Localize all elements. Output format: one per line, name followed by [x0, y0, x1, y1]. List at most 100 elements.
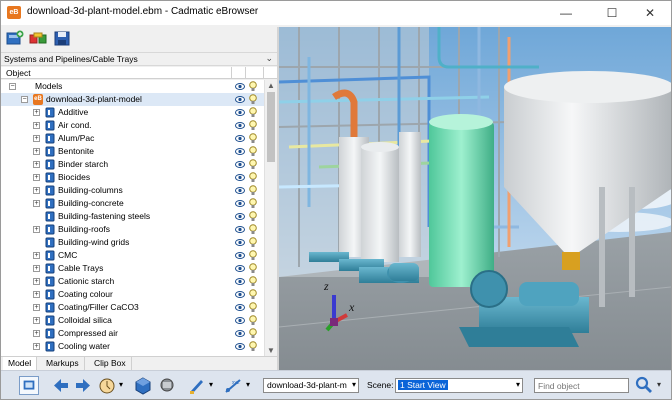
back-arrow-icon[interactable] [51, 376, 71, 395]
expand-icon[interactable]: + [33, 135, 40, 142]
eye-icon[interactable] [235, 238, 245, 247]
scroll-up-icon[interactable]: ▲ [267, 81, 275, 90]
tree-row-system[interactable]: + Building-roofs [1, 223, 264, 236]
column-header-object[interactable]: Object [6, 68, 31, 78]
tab-markups[interactable]: Markups [41, 357, 85, 370]
lightbulb-icon[interactable] [249, 159, 257, 170]
navigation-mode-icon[interactable] [97, 376, 117, 395]
collapse-icon[interactable]: − [21, 96, 28, 103]
expand-icon[interactable]: + [33, 304, 40, 311]
eye-icon[interactable] [235, 95, 245, 104]
tree-row-system[interactable]: + Coating colour [1, 288, 264, 301]
expand-icon[interactable]: + [33, 187, 40, 194]
3d-viewport[interactable]: z x [279, 27, 671, 370]
save-icon[interactable] [53, 30, 71, 47]
eye-icon[interactable] [235, 264, 245, 273]
maximize-button[interactable]: ☐ [593, 1, 631, 25]
lightbulb-icon[interactable] [249, 133, 257, 144]
eye-icon[interactable] [235, 342, 245, 351]
lightbulb-icon[interactable] [249, 146, 257, 157]
eye-icon[interactable] [235, 316, 245, 325]
tree-row-system[interactable]: + Additive [1, 106, 264, 119]
tree-row-system[interactable]: Building-fastening steels [1, 210, 264, 223]
add-model-icon[interactable] [6, 30, 24, 47]
scene-select[interactable]: 1 Start View ▾ [395, 378, 523, 393]
expand-icon[interactable]: + [33, 265, 40, 272]
tree-row-system[interactable]: + Air cond. [1, 119, 264, 132]
tree-row-system[interactable]: + Colloidal silica [1, 314, 264, 327]
eye-icon[interactable] [235, 225, 245, 234]
scroll-down-icon[interactable]: ▼ [267, 346, 275, 355]
scroll-thumb[interactable] [267, 92, 275, 162]
lightbulb-icon[interactable] [249, 172, 257, 183]
eye-icon[interactable] [235, 108, 245, 117]
chevron-down-icon[interactable]: ▾ [209, 380, 213, 389]
tree-row-system[interactable]: + Alum/Pac [1, 132, 264, 145]
close-button[interactable]: ✕ [631, 1, 669, 25]
tree-row-system[interactable]: + Biocides [1, 171, 264, 184]
tree-row-system[interactable]: + Compressed air [1, 327, 264, 340]
tree-row-models[interactable]: − Models [1, 80, 264, 93]
objects-icon[interactable] [157, 376, 177, 395]
tree-filter-dropdown[interactable]: Systems and Pipelines/Cable Trays ⌄ [1, 52, 277, 66]
eye-icon[interactable] [235, 277, 245, 286]
expand-icon[interactable]: + [33, 161, 40, 168]
compare-icon[interactable] [29, 30, 47, 47]
expand-icon[interactable]: + [33, 317, 40, 324]
tree-row-system[interactable]: + Bentonite [1, 145, 264, 158]
tree-row-system[interactable]: + Building-concrete [1, 197, 264, 210]
eye-icon[interactable] [235, 82, 245, 91]
model-select[interactable]: download-3d-plant-m ▾ [263, 378, 359, 393]
lightbulb-icon[interactable] [249, 107, 257, 118]
tree-row-model[interactable]: − eB download-3d-plant-model [1, 93, 264, 106]
expand-icon[interactable]: + [33, 122, 40, 129]
markup-pen-icon[interactable] [187, 376, 207, 395]
expand-icon[interactable]: + [33, 226, 40, 233]
lightbulb-icon[interactable] [249, 237, 257, 248]
eye-icon[interactable] [235, 173, 245, 182]
expand-icon[interactable]: + [33, 291, 40, 298]
forward-arrow-icon[interactable] [73, 376, 93, 395]
lightbulb-icon[interactable] [249, 263, 257, 274]
search-icon[interactable] [635, 376, 653, 394]
view-mode-icon[interactable] [19, 376, 39, 395]
eye-icon[interactable] [235, 199, 245, 208]
expand-icon[interactable]: + [33, 330, 40, 337]
lightbulb-icon[interactable] [249, 94, 257, 105]
minimize-button[interactable]: — [547, 1, 585, 25]
eye-icon[interactable] [235, 147, 245, 156]
lightbulb-icon[interactable] [249, 211, 257, 222]
tree-row-system[interactable]: + Cooling water [1, 340, 264, 353]
lightbulb-icon[interactable] [249, 328, 257, 339]
lightbulb-icon[interactable] [249, 276, 257, 287]
tab-clip-box[interactable]: Clip Box [89, 357, 132, 370]
lightbulb-icon[interactable] [249, 315, 257, 326]
tree-row-system[interactable]: + Coating/Filler CaCO3 [1, 301, 264, 314]
eye-icon[interactable] [235, 251, 245, 260]
expand-icon[interactable]: + [33, 278, 40, 285]
eye-icon[interactable] [235, 212, 245, 221]
tree-row-system[interactable]: Building-wind grids [1, 236, 264, 249]
cube-view-icon[interactable] [133, 376, 153, 395]
lightbulb-icon[interactable] [249, 289, 257, 300]
lightbulb-icon[interactable] [249, 224, 257, 235]
tree-scrollbar[interactable]: ▲ ▼ [264, 80, 277, 356]
tree-row-system[interactable]: + Building-columns [1, 184, 264, 197]
tree-row-system[interactable]: + Cationic starch [1, 275, 264, 288]
expand-icon[interactable]: + [33, 343, 40, 350]
tab-model[interactable]: Model [3, 357, 38, 370]
expand-icon[interactable]: + [33, 252, 40, 259]
eye-icon[interactable] [235, 186, 245, 195]
tree-row-system[interactable]: + Cable Trays [1, 262, 264, 275]
expand-icon[interactable]: + [33, 109, 40, 116]
expand-icon[interactable]: + [33, 148, 40, 155]
lightbulb-icon[interactable] [249, 341, 257, 352]
eye-icon[interactable] [235, 303, 245, 312]
lightbulb-icon[interactable] [249, 81, 257, 92]
tree-row-system[interactable]: + CMC [1, 249, 264, 262]
chevron-down-icon[interactable]: ▾ [246, 380, 250, 389]
find-object-input[interactable] [534, 378, 629, 393]
eye-icon[interactable] [235, 121, 245, 130]
eye-icon[interactable] [235, 329, 245, 338]
collapse-icon[interactable]: − [9, 83, 16, 90]
